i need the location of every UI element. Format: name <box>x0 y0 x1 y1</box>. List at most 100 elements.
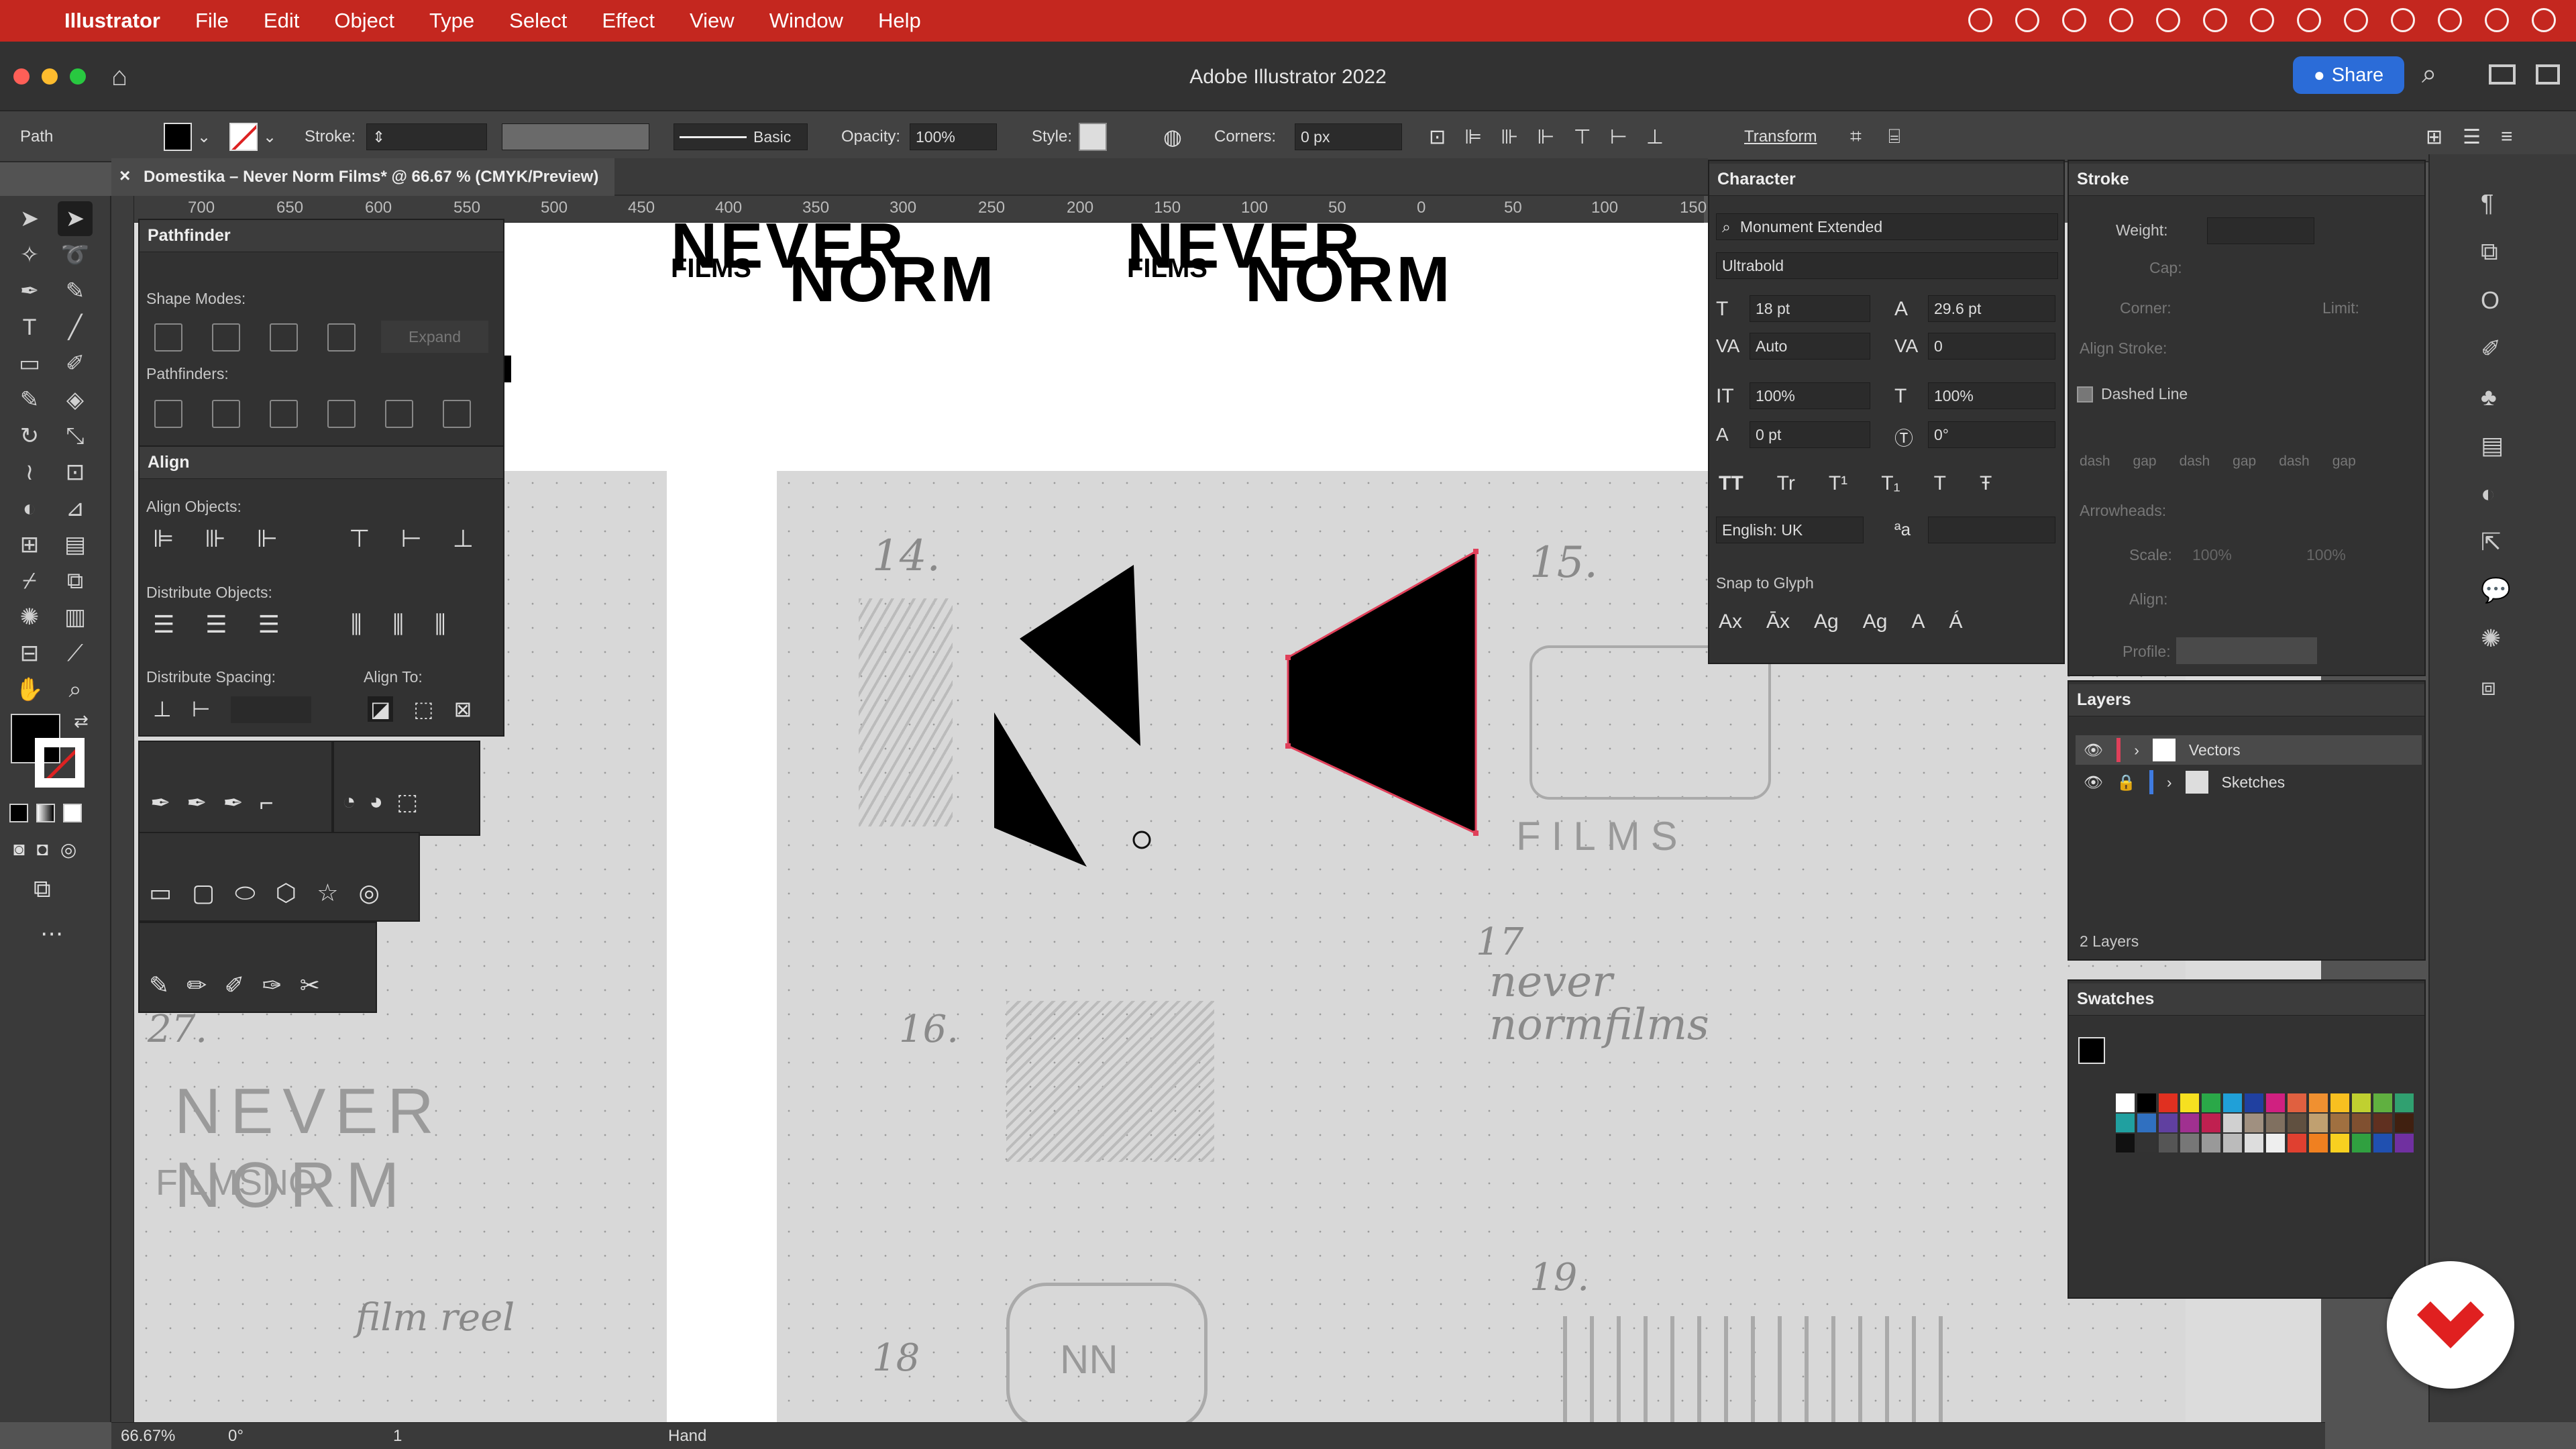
stroke-weight-field[interactable]: ⇕ <box>366 123 487 150</box>
menu-select[interactable]: Select <box>509 9 567 33</box>
align-left-icon[interactable]: ⊫ <box>1464 125 1482 149</box>
artboard-tool-icon[interactable]: ⊟ <box>12 636 47 671</box>
minus-front-icon[interactable] <box>212 323 240 352</box>
swatch[interactable] <box>2245 1134 2263 1152</box>
align-to-artboard-icon[interactable]: ⊠ <box>453 696 472 722</box>
divide-icon[interactable] <box>154 400 182 428</box>
pen-tool-icon[interactable]: ✒ <box>12 274 47 309</box>
wifi-icon[interactable] <box>2344 8 2368 32</box>
logo-norm-2[interactable]: NORM <box>1245 243 1452 317</box>
paintbrush-tool-icon[interactable]: ✐ <box>58 346 93 381</box>
direct-selection-tool-icon[interactable]: ➤ <box>58 201 93 236</box>
share-button[interactable]: ● Share <box>2293 56 2404 94</box>
menu-app-name[interactable]: Illustrator <box>64 9 160 33</box>
swatch[interactable] <box>2373 1093 2392 1112</box>
swatch[interactable] <box>2137 1114 2156 1132</box>
swatch[interactable] <box>2309 1134 2328 1152</box>
angular-guides-icon[interactable]: A <box>1911 610 1925 633</box>
layer-name[interactable]: Vectors <box>2189 741 2241 759</box>
minus-back-icon[interactable] <box>443 400 471 428</box>
xheight-snap-icon[interactable]: Āx <box>1766 610 1790 633</box>
chevron-down-icon[interactable]: ⌄ <box>197 127 211 147</box>
chevron-down-icon[interactable]: ⌄ <box>263 127 276 147</box>
ellipse-icon[interactable]: ⬭ <box>235 879 256 908</box>
merge-icon[interactable] <box>270 400 298 428</box>
antialias-field[interactable] <box>1928 517 2055 543</box>
smooth-icon[interactable]: ✐ <box>224 971 244 1000</box>
anchor-point-icon[interactable]: ⌐ <box>260 789 274 817</box>
rectangle-icon[interactable]: ▭ <box>149 879 172 908</box>
glyph-bounds-snap-icon[interactable]: Ag <box>1814 610 1839 633</box>
distribute-icon[interactable]: ⌸ <box>1888 125 1900 148</box>
variable-width-profile[interactable] <box>502 123 649 150</box>
graphic-style-swatch[interactable] <box>1079 123 1107 151</box>
vertical-align-center-icon[interactable]: ⊢ <box>400 525 421 553</box>
play-icon[interactable] <box>2203 8 2227 32</box>
chevron-right-icon[interactable]: › <box>2167 773 2172 792</box>
swatch[interactable] <box>2352 1114 2371 1132</box>
shape-builder-tool-icon[interactable]: ◐ <box>12 491 47 526</box>
airdrop-icon[interactable] <box>2297 8 2321 32</box>
add-anchor-icon[interactable]: ✒ <box>186 789 207 817</box>
corners-field[interactable]: 0 px <box>1295 123 1402 150</box>
horizontal-align-center-icon[interactable]: ⊪ <box>205 525 225 553</box>
swatch[interactable] <box>2137 1134 2156 1152</box>
layer-row-vectors[interactable]: 👁 › Vectors <box>2076 735 2422 765</box>
kerning-field[interactable]: Auto <box>1750 333 1870 360</box>
distribute-left-icon[interactable]: ⫼ <box>351 610 362 639</box>
logo-norm-1[interactable]: NORM <box>789 243 996 317</box>
leading-field[interactable]: 29.6 pt <box>1928 295 2055 322</box>
layer-name[interactable]: Sketches <box>2222 773 2286 792</box>
appearance-icon[interactable]: ◐ <box>2481 480 2511 508</box>
swatch[interactable] <box>2330 1134 2349 1152</box>
swatch[interactable] <box>2330 1114 2349 1132</box>
vector-trapezoid[interactable] <box>1287 549 1477 835</box>
swatch[interactable] <box>2288 1114 2306 1132</box>
draw-inside-icon[interactable]: ◎ <box>60 839 76 861</box>
selection-tool-icon[interactable]: ➤ <box>12 201 47 236</box>
rotation-level[interactable]: 0° <box>228 1427 244 1446</box>
anchor-point[interactable] <box>1473 549 1479 554</box>
swatch[interactable] <box>2330 1093 2349 1112</box>
swatch[interactable] <box>2180 1093 2199 1112</box>
swatch[interactable] <box>2373 1114 2392 1132</box>
paragraph-icon[interactable]: ¶ <box>2481 189 2511 217</box>
expand-button[interactable]: Expand <box>381 321 488 353</box>
none-icon[interactable] <box>63 804 82 822</box>
anchor-snap-icon[interactable]: Á <box>1949 610 1962 633</box>
star-icon[interactable]: ☆ <box>317 879 338 908</box>
swatch[interactable] <box>2266 1114 2285 1132</box>
line-tool-icon[interactable]: ╱ <box>58 310 93 345</box>
mesh-tool-icon[interactable]: ⊞ <box>12 527 47 562</box>
logo-films-1[interactable]: FILMS <box>671 254 751 284</box>
lasso-tool-icon[interactable]: ➰ <box>58 237 93 272</box>
anchor-point[interactable] <box>1473 830 1479 836</box>
horizontal-align-right-icon[interactable]: ⊩ <box>257 525 278 553</box>
status-icon[interactable] <box>2156 8 2180 32</box>
align-title[interactable]: Align <box>140 447 503 479</box>
vector-shapes[interactable] <box>939 545 1543 1135</box>
intersect-icon[interactable] <box>270 323 298 352</box>
swatch[interactable] <box>2309 1093 2328 1112</box>
stroke-weight-input[interactable] <box>2207 217 2314 244</box>
swatch[interactable] <box>2309 1114 2328 1132</box>
dropbox-icon[interactable] <box>2015 8 2039 32</box>
artboards-icon[interactable]: ⧉ <box>2481 237 2511 266</box>
close-tab-icon[interactable]: × <box>119 165 130 186</box>
status-icon[interactable] <box>2109 8 2133 32</box>
swatch[interactable] <box>2116 1093 2135 1112</box>
menu-view[interactable]: View <box>690 9 735 33</box>
align-bottom-icon[interactable]: ⊥ <box>1646 125 1664 149</box>
crop-icon[interactable] <box>327 400 356 428</box>
color-icon[interactable] <box>9 804 28 822</box>
more-tools-icon[interactable]: ⋯ <box>40 920 63 947</box>
anchor-point[interactable] <box>1285 743 1291 749</box>
bluetooth-icon[interactable] <box>2391 8 2415 32</box>
swatch[interactable] <box>2395 1114 2414 1132</box>
arrow-scale-start[interactable]: 100% <box>2192 546 2232 564</box>
align-right-icon[interactable]: ⊩ <box>1537 125 1554 149</box>
menu-window[interactable]: Window <box>769 9 843 33</box>
unite-icon[interactable] <box>154 323 182 352</box>
menu-type[interactable]: Type <box>429 9 474 33</box>
font-size-field[interactable]: 18 pt <box>1750 295 1870 322</box>
